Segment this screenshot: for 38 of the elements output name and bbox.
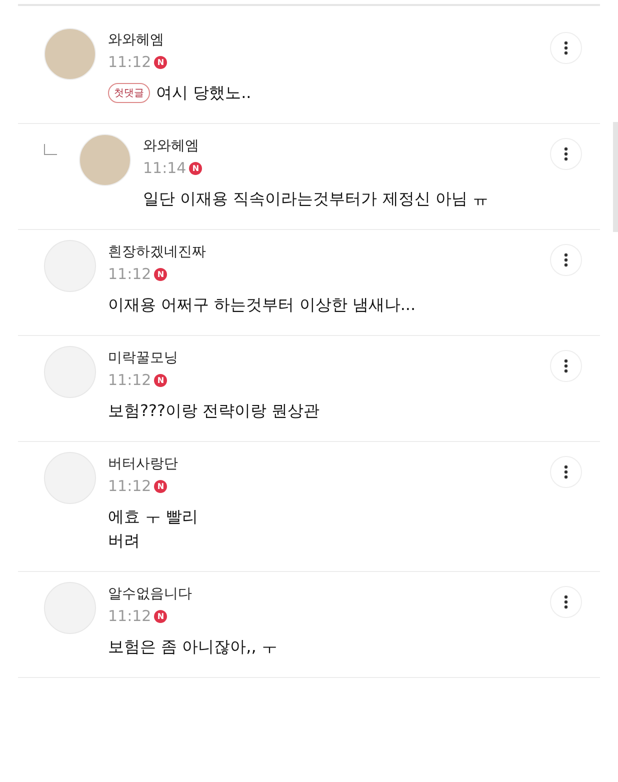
more-options-button[interactable]	[550, 32, 582, 64]
author-name[interactable]: 미락꿀모닝	[108, 349, 538, 367]
more-options-button[interactable]	[550, 586, 582, 618]
comment-time: 11:12	[108, 371, 152, 389]
comment-text: 일단 이재용 직속이라는것부터가 제정신 아님 ㅠ	[143, 188, 488, 210]
author-name[interactable]: 알수없음니다	[108, 585, 538, 603]
author-name[interactable]: 와와헤엠	[143, 137, 538, 155]
kebab-menu-icon	[564, 41, 568, 55]
new-badge: N	[154, 374, 168, 386]
kebab-menu-icon	[564, 253, 568, 267]
more-options-button[interactable]	[550, 138, 582, 170]
comment-time: 11:14	[143, 159, 186, 177]
kebab-menu-icon	[564, 465, 568, 479]
comment-text: 에효 ㅜ 빨리 버려	[108, 506, 198, 552]
author-name[interactable]: 와와헤엠	[108, 31, 538, 49]
more-options-button[interactable]	[550, 456, 582, 488]
new-badge: N	[154, 268, 168, 280]
kebab-menu-icon	[564, 595, 568, 609]
comment-text: 여시 당했노..	[156, 82, 252, 104]
author-name[interactable]: 흰장하겠네진짜	[108, 243, 538, 261]
comment-time: 11:12	[108, 265, 152, 283]
new-badge: N	[189, 162, 202, 174]
kebab-menu-icon	[564, 359, 568, 373]
comment-time: 11:12	[108, 607, 152, 625]
new-badge: N	[154, 56, 168, 68]
new-badge: N	[154, 480, 168, 492]
scrollbar-thumb[interactable]	[613, 122, 618, 232]
new-badge: N	[154, 610, 168, 622]
more-options-button[interactable]	[550, 350, 582, 382]
author-name[interactable]: 버터사랑단	[108, 455, 538, 473]
comment-time: 11:12	[108, 53, 152, 71]
comment-time: 11:12	[108, 477, 152, 495]
comment-text: 보험은 좀 아니잖아,, ㅜ	[108, 636, 278, 658]
first-comment-badge: 첫댓글	[108, 83, 150, 103]
kebab-menu-icon	[564, 147, 568, 161]
comment-text: 이재용 어쩌구 하는것부터 이상한 냄새나...	[108, 294, 416, 316]
comment-text: 보험???이랑 전략이랑 뭔상관	[108, 400, 320, 422]
more-options-button[interactable]	[550, 244, 582, 276]
